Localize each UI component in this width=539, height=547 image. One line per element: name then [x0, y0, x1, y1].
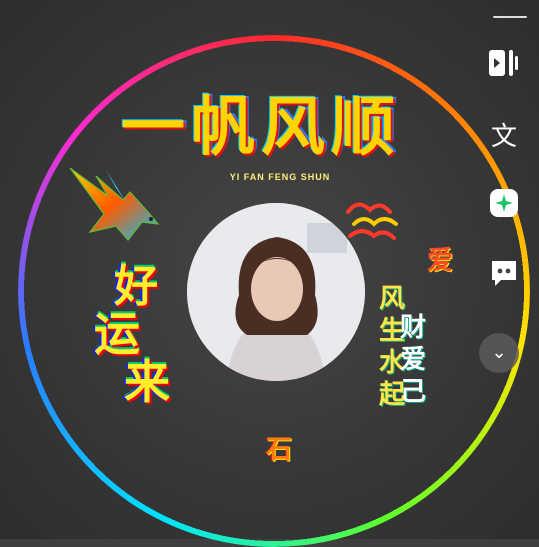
- chat-bubble-icon: [492, 261, 516, 286]
- column-char: 风: [378, 284, 405, 314]
- text-column-right: 爱: [425, 245, 455, 277]
- chevron-down-icon: ⌄: [491, 342, 507, 363]
- cloud-icon: [346, 202, 398, 240]
- ai-assistant-button[interactable]: [481, 186, 527, 227]
- good-luck-calligraphy: 好 运 来: [84, 250, 199, 409]
- good-luck-char-3: 来: [124, 355, 170, 409]
- text-column-middle: 财 爱 己: [398, 312, 428, 408]
- name-text: 石: [266, 435, 293, 465]
- avatar-photo: [187, 203, 365, 381]
- translate-button[interactable]: 文: [481, 116, 527, 153]
- split-screen-button[interactable]: [481, 46, 527, 87]
- column-char: 财: [399, 313, 426, 343]
- title-pinyin: YI FAN FENG SHUN: [229, 172, 331, 182]
- top-handle: [493, 16, 527, 18]
- ai-sparkle-icon: [490, 189, 518, 217]
- chat-button[interactable]: [481, 256, 527, 297]
- split-screen-icon: [489, 50, 518, 76]
- title-calligraphy: 一帆风顺: [121, 90, 401, 165]
- portrait-image: [187, 203, 365, 381]
- column-char: 爱: [399, 345, 426, 375]
- column-char: 己: [399, 377, 426, 407]
- column-char: 爱: [426, 246, 453, 276]
- eagle-icon: [69, 167, 160, 241]
- collapse-button[interactable]: ⌄: [479, 333, 519, 373]
- translate-icon: 文: [490, 122, 517, 152]
